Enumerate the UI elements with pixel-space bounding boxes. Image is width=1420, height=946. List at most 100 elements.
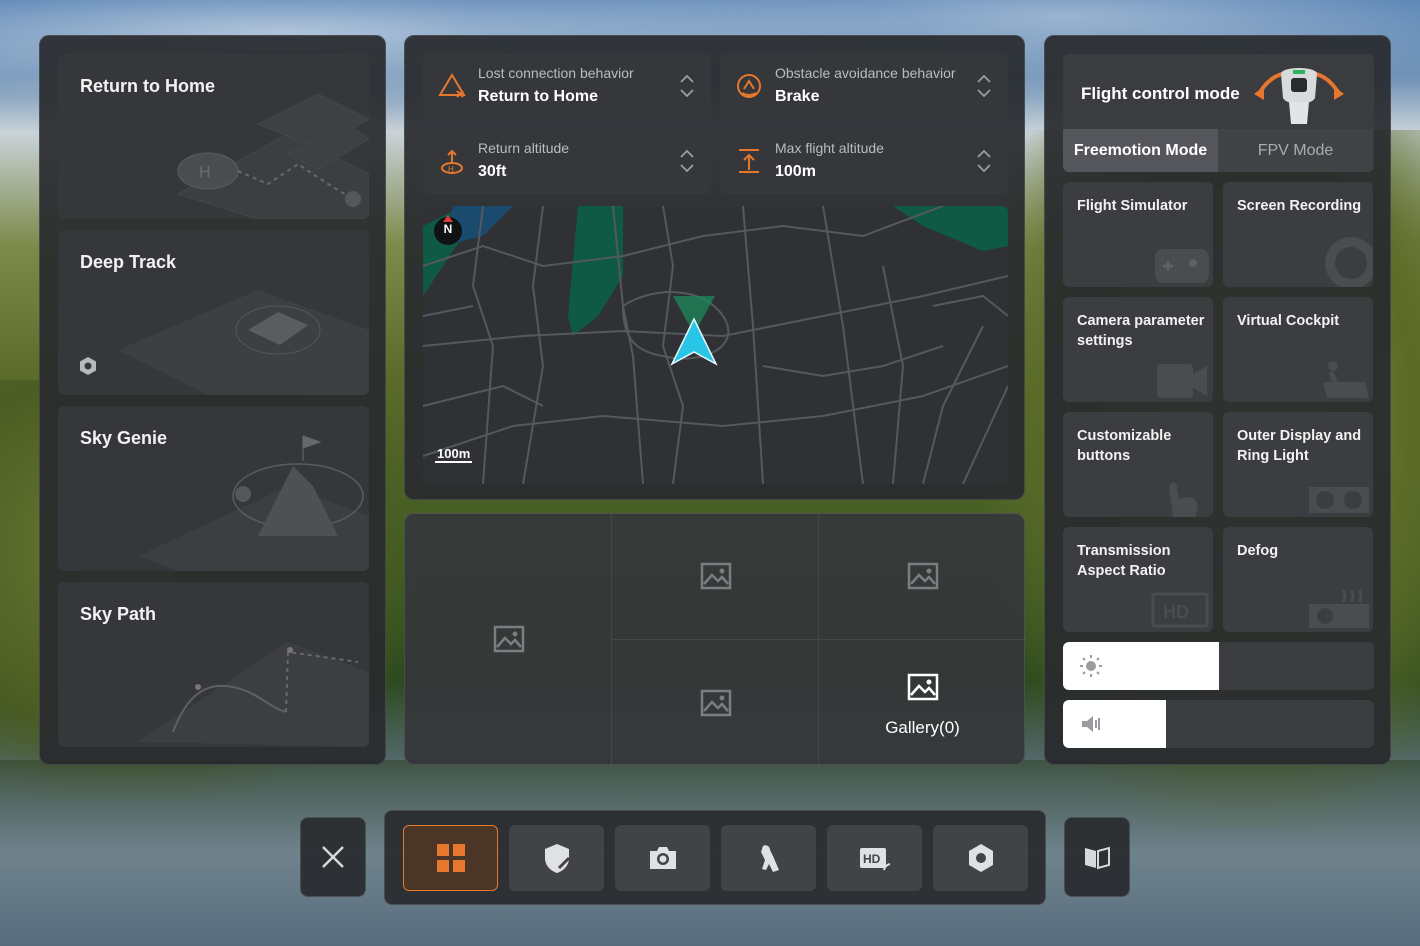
setting-label: Lost connection behavior [478, 65, 634, 81]
transmission-aspect-ratio-tile[interactable]: Transmission Aspect Ratio HD [1063, 527, 1213, 632]
goggles-icon [1309, 487, 1369, 513]
flight-settings-panel: Lost connection behavior Return to Home … [404, 35, 1025, 500]
home-map-illustration-icon: H [176, 93, 369, 219]
setting-label: Obstacle avoidance behavior [775, 65, 956, 81]
image-placeholder-icon [700, 562, 732, 590]
camera-icon [1157, 364, 1207, 398]
setting-value: 30ft [478, 163, 507, 180]
compass-north-label: N [443, 222, 453, 236]
gesture-icon [760, 845, 779, 872]
tile-label: Virtual Cockpit [1237, 313, 1340, 329]
dashboard-icon [436, 844, 465, 872]
settings-icon [968, 844, 993, 872]
motion-controller-icon [1254, 68, 1344, 124]
up-down-chevron-icon [977, 74, 991, 98]
safety-button[interactable] [509, 825, 604, 891]
setting-value: 100m [775, 163, 816, 180]
max-altitude-icon [739, 149, 759, 173]
gallery-thumbnail[interactable] [405, 514, 612, 766]
return-altitude-selector[interactable]: H Return altitude 30ft [423, 128, 711, 194]
tile-label: Outer Display and Ring Light [1237, 428, 1362, 464]
tile-label: Screen Recording [1237, 198, 1362, 214]
settings-button[interactable] [933, 825, 1028, 891]
hand-button-icon [1169, 482, 1198, 517]
setting-value: Brake [775, 88, 820, 105]
dashboard-button[interactable] [403, 825, 498, 891]
setting-label: Max flight altitude [775, 140, 884, 156]
mode-card-deep-track[interactable]: Deep Track [58, 230, 369, 395]
close-button[interactable] [300, 817, 366, 897]
brightness-slider[interactable] [1063, 642, 1374, 690]
up-down-chevron-icon [680, 74, 694, 98]
defog-tile[interactable]: Defog [1223, 527, 1373, 632]
up-down-chevron-icon [977, 149, 991, 173]
tile-label: Defog [1237, 543, 1279, 559]
image-placeholder-icon [493, 625, 525, 653]
defog-icon [1309, 589, 1369, 628]
setting-label: Return altitude [478, 140, 570, 156]
hd-icon: HD [1151, 592, 1209, 628]
gallery-thumbnail[interactable] [612, 640, 819, 766]
camera-button[interactable] [615, 825, 710, 891]
volume-speaker-icon [1082, 716, 1100, 732]
max-altitude-selector[interactable]: Max flight altitude 100m [720, 128, 1008, 194]
svg-text:H: H [448, 165, 454, 174]
mode-card-sky-genie[interactable]: Sky Genie [58, 406, 369, 571]
image-placeholder-icon [700, 689, 732, 717]
cockpit-icon [1323, 361, 1369, 398]
svg-text:H: H [199, 164, 211, 181]
close-icon [322, 846, 344, 868]
brightness-sun-icon [1080, 655, 1102, 677]
image-placeholder-icon [907, 562, 939, 590]
screen-recording-tile[interactable]: Screen Recording [1223, 182, 1373, 287]
mode-card-return-to-home[interactable]: Return to Home H [58, 54, 369, 219]
return-altitude-icon: H [441, 149, 463, 174]
svg-text:HD: HD [1163, 602, 1189, 622]
virtual-cockpit-tile[interactable]: Virtual Cockpit [1223, 297, 1373, 402]
flight-control-mode-title: Flight control mode [1081, 84, 1240, 103]
waypoint-path-illustration-icon [138, 642, 369, 747]
svg-text:HD: HD [863, 852, 881, 866]
manual-button[interactable] [1064, 817, 1130, 897]
gallery-icon [907, 673, 939, 701]
map-streets [423, 206, 1008, 484]
quick-settings-panel: Flight control mode Freemotion Mode FPV … [1044, 35, 1391, 765]
camera-parameter-settings-tile[interactable]: Camera parameter settings [1063, 297, 1213, 402]
bottom-toolbar: HD [384, 810, 1046, 905]
fpv-mode-tab[interactable]: FPV Mode [1218, 129, 1373, 172]
transmission-button[interactable]: HD [827, 825, 922, 891]
gallery-thumbnail[interactable] [819, 514, 1026, 640]
gallery-open-button[interactable]: Gallery(0) [819, 640, 1026, 766]
shield-icon [544, 844, 570, 873]
setting-value: Return to Home [478, 88, 598, 105]
mini-map[interactable]: N 100m [423, 206, 1008, 484]
customizable-buttons-tile[interactable]: Customizable buttons [1063, 412, 1213, 517]
mountain-orbit-illustration-icon [138, 435, 369, 571]
obstacle-radar-icon [737, 74, 761, 98]
outer-display-ring-light-tile[interactable]: Outer Display and Ring Light [1223, 412, 1373, 517]
volume-slider[interactable] [1063, 700, 1374, 748]
settings-hex-icon[interactable] [78, 356, 98, 376]
flight-control-mode-card: Flight control mode Freemotion Mode FPV … [1063, 54, 1374, 172]
gallery-panel[interactable]: Gallery(0) [404, 513, 1026, 766]
tile-label: Transmission Aspect Ratio [1077, 543, 1171, 579]
mode-card-sky-path[interactable]: Sky Path [58, 582, 369, 747]
book-icon [1085, 846, 1110, 870]
up-down-chevron-icon [680, 149, 694, 173]
lost-connection-icon [438, 73, 466, 98]
gallery-thumbnail[interactable] [612, 514, 819, 640]
gamepad-icon [1155, 249, 1209, 283]
gesture-control-button[interactable] [721, 825, 816, 891]
freemotion-mode-tab[interactable]: Freemotion Mode [1063, 129, 1218, 172]
obstacle-avoidance-selector[interactable]: Obstacle avoidance behavior Brake [720, 53, 1008, 119]
hd-transmission-icon: HD [859, 848, 890, 871]
gallery-label: Gallery(0) [885, 718, 960, 737]
tile-label: Camera parameter settings [1077, 313, 1205, 349]
tile-label: Flight Simulator [1077, 198, 1188, 214]
record-icon [1325, 237, 1373, 287]
camera-icon [649, 847, 676, 869]
intelligent-modes-panel: Return to Home H Deep Track Sky Genie Sk… [39, 35, 386, 765]
flight-simulator-tile[interactable]: Flight Simulator [1063, 182, 1213, 287]
map-scale-label: 100m [435, 446, 473, 463]
lost-connection-selector[interactable]: Lost connection behavior Return to Home [423, 53, 711, 119]
